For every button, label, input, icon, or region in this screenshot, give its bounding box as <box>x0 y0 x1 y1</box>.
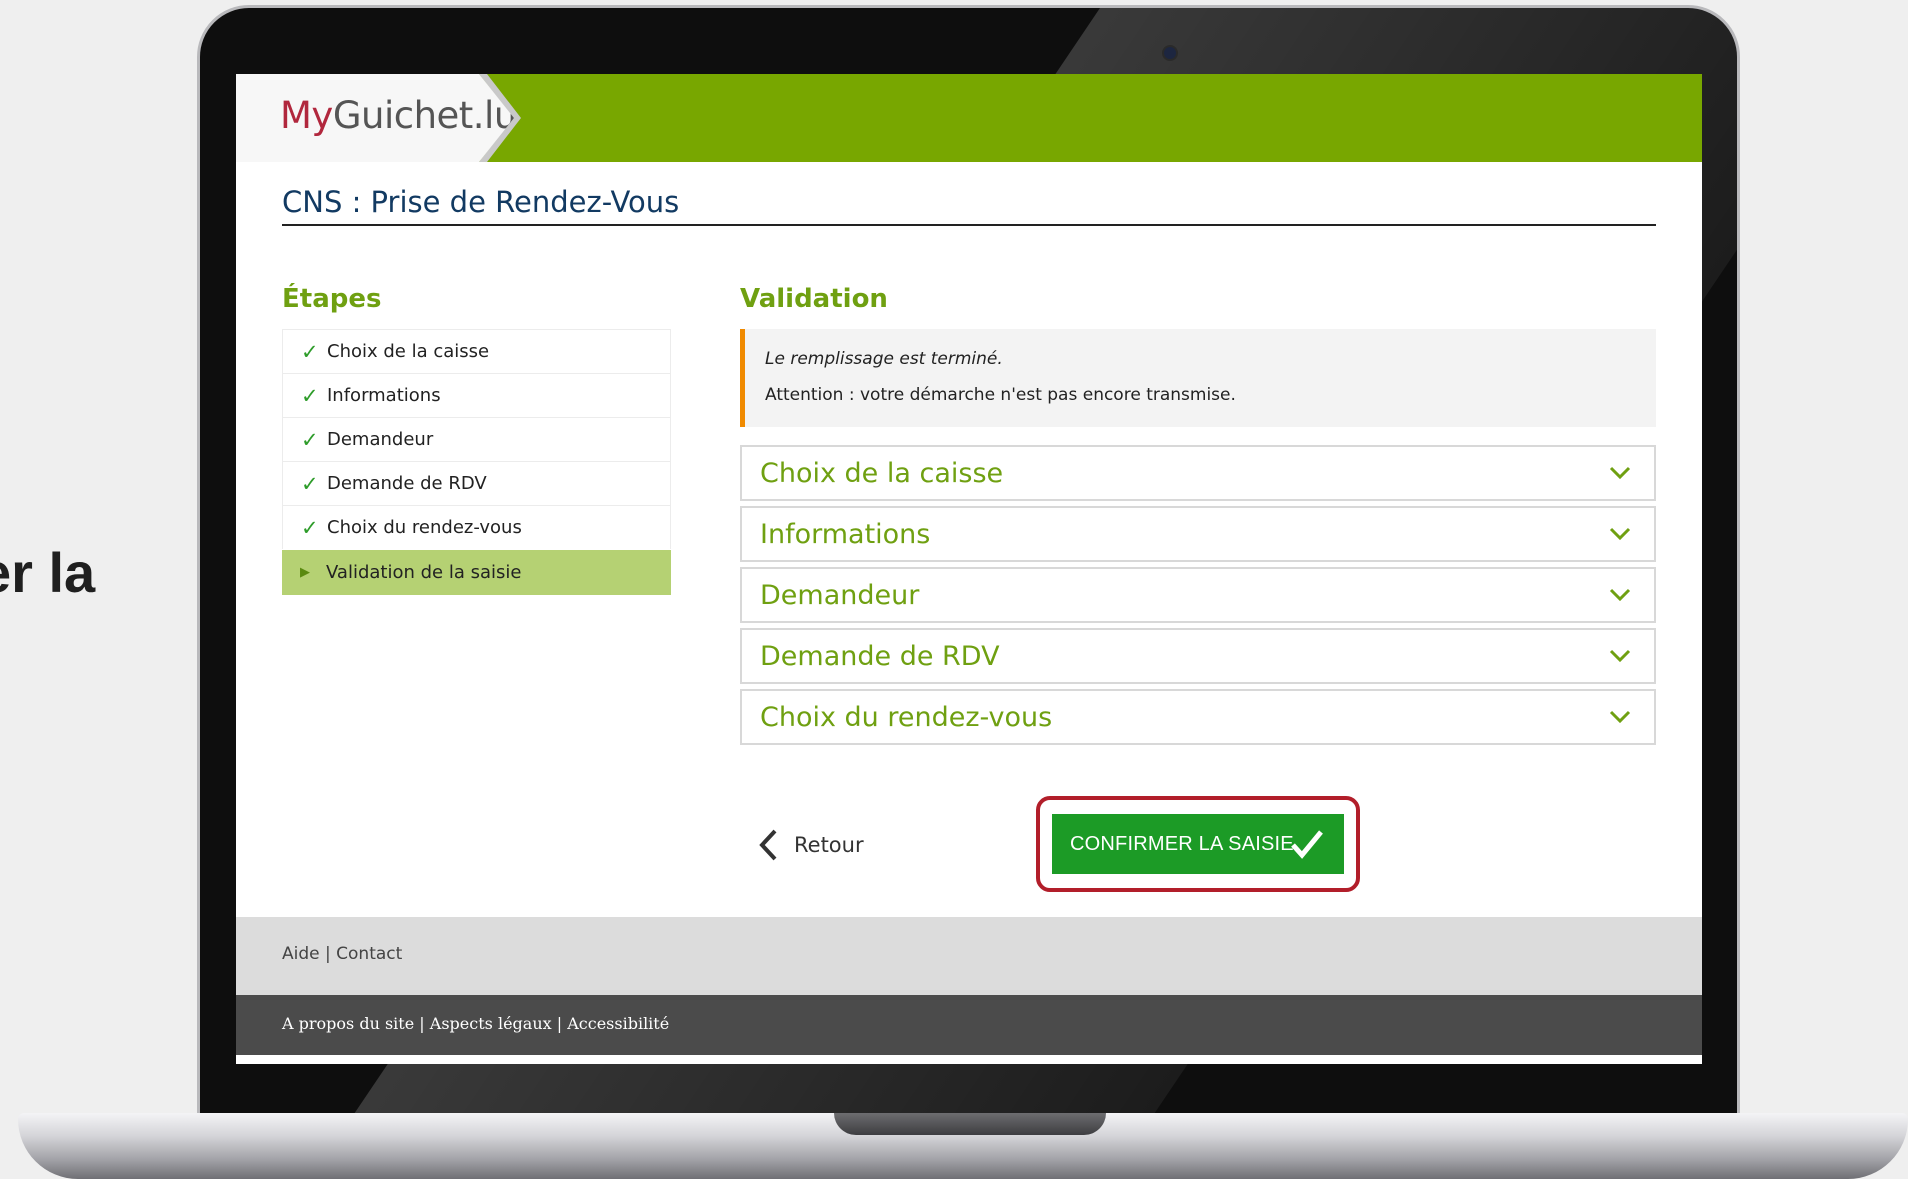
accordion-label: Choix de la caisse <box>760 458 1004 489</box>
step-demande-rdv[interactable]: ✓ Demande de RDV <box>282 461 671 505</box>
footer-primary: Aide | Contact <box>236 917 1702 995</box>
step-label: Choix de la caisse <box>327 341 490 362</box>
step-label: Validation de la saisie <box>326 562 522 583</box>
side-caption: er la <box>0 541 96 604</box>
accordion-choix-rendez-vous[interactable]: Choix du rendez-vous <box>740 689 1656 745</box>
accordion-label: Demande de RDV <box>760 641 1000 672</box>
accordion-demandeur[interactable]: Demandeur <box>740 567 1656 623</box>
camera-icon <box>1162 45 1178 61</box>
chevron-down-icon <box>1609 466 1631 480</box>
laptop-notch <box>834 1113 1106 1135</box>
accordion-informations[interactable]: Informations <box>740 506 1656 562</box>
accordion-choix-caisse[interactable]: Choix de la caisse <box>740 445 1656 501</box>
footer-primary-links: Aide | Contact <box>282 944 402 964</box>
steps-heading: Étapes <box>282 284 382 314</box>
step-demandeur[interactable]: ✓ Demandeur <box>282 417 671 461</box>
completion-notice: Le remplissage est terminé. Attention : … <box>740 329 1656 427</box>
step-label: Informations <box>327 385 441 406</box>
confirm-label: CONFIRMER LA SAISIE <box>1070 832 1294 855</box>
steps-list: ✓ Choix de la caisse ✓ Informations ✓ De… <box>282 329 671 595</box>
chevron-down-icon <box>1609 588 1631 602</box>
footer-secondary-links: A propos du site | Aspects légaux | Acce… <box>282 1014 669 1033</box>
check-icon: ✓ <box>301 339 319 364</box>
step-label: Demandeur <box>327 429 434 450</box>
logo-panel[interactable]: MyGuichet.lu <box>236 74 514 162</box>
browser-screen: MyGuichet.lu CNS : Prise de Rendez-Vous … <box>236 74 1702 1064</box>
notice-line-2: Attention : votre démarche n'est pas enc… <box>765 385 1236 405</box>
chevron-down-icon <box>1609 649 1631 663</box>
check-icon: ✓ <box>301 515 319 540</box>
title-divider <box>282 224 1656 226</box>
contact-link[interactable]: Contact <box>336 944 402 964</box>
step-informations[interactable]: ✓ Informations <box>282 373 671 417</box>
caret-right-icon: ▶ <box>300 565 310 580</box>
notice-line-1: Le remplissage est terminé. <box>765 349 1003 369</box>
step-choix-caisse[interactable]: ✓ Choix de la caisse <box>282 329 671 373</box>
back-button[interactable]: Retour <box>758 828 864 862</box>
check-icon <box>1291 830 1323 859</box>
accordion-demande-rdv[interactable]: Demande de RDV <box>740 628 1656 684</box>
accessibility-link[interactable]: Accessibilité <box>567 1014 669 1033</box>
page-title: CNS : Prise de Rendez-Vous <box>282 185 680 219</box>
confirm-button[interactable]: CONFIRMER LA SAISIE <box>1052 814 1344 874</box>
accordion-label: Choix du rendez-vous <box>760 702 1053 733</box>
logo-rest: Guichet.lu <box>332 94 517 137</box>
site-logo[interactable]: MyGuichet.lu <box>280 94 517 137</box>
about-link[interactable]: A propos du site <box>282 1014 414 1033</box>
step-label: Demande de RDV <box>327 473 487 494</box>
logo-my: My <box>280 94 333 137</box>
accordion-label: Informations <box>760 519 931 550</box>
back-label: Retour <box>794 833 864 857</box>
step-validation-saisie[interactable]: ▶ Validation de la saisie <box>282 550 671 595</box>
footer-bottom-strip <box>236 1055 1702 1064</box>
check-icon: ✓ <box>301 471 319 496</box>
step-label: Choix du rendez-vous <box>327 517 522 538</box>
footer-separator: | <box>325 944 331 964</box>
accordion-label: Demandeur <box>760 580 920 611</box>
step-choix-rendez-vous[interactable]: ✓ Choix du rendez-vous <box>282 505 671 549</box>
check-icon: ✓ <box>301 383 319 408</box>
chevron-down-icon <box>1609 527 1631 541</box>
legal-link[interactable]: Aspects légaux <box>430 1014 552 1033</box>
footer-separator: | <box>419 1014 425 1033</box>
help-link[interactable]: Aide <box>282 944 320 964</box>
chevron-left-icon <box>759 829 777 861</box>
validation-heading: Validation <box>740 284 888 314</box>
chevron-down-icon <box>1609 710 1631 724</box>
footer-secondary: A propos du site | Aspects légaux | Acce… <box>236 995 1702 1055</box>
check-icon: ✓ <box>301 427 319 452</box>
footer-separator: | <box>556 1014 563 1033</box>
